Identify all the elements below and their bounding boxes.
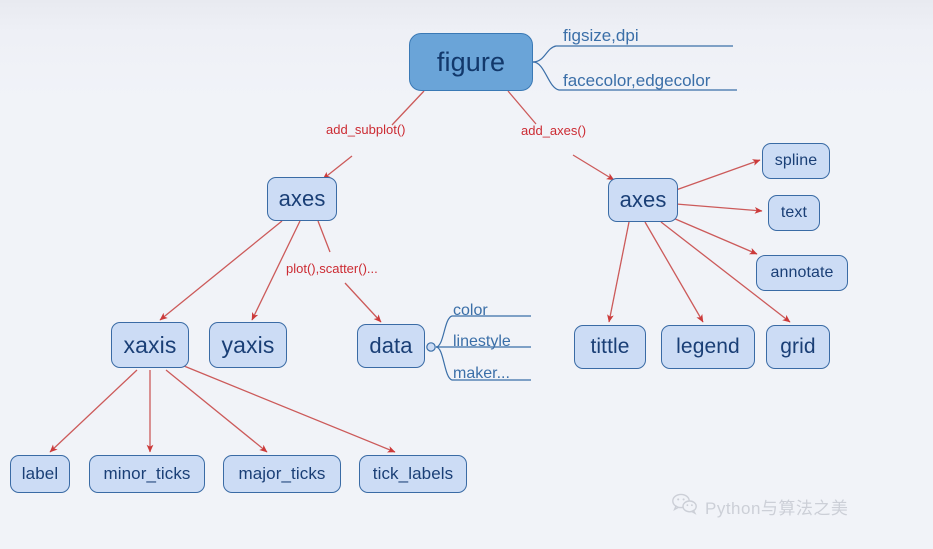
node-minor-ticks[interactable]: minor_ticks bbox=[89, 455, 205, 493]
node-legend-label: legend bbox=[676, 335, 740, 358]
node-tick-labels-label: tick_labels bbox=[372, 464, 454, 483]
edge-label-add-subplot-text: add_subplot() bbox=[326, 122, 406, 137]
node-text-label: text bbox=[780, 204, 808, 221]
node-text[interactable]: text bbox=[768, 195, 820, 231]
node-legend[interactable]: legend bbox=[661, 325, 755, 369]
node-minor-ticks-label: minor_ticks bbox=[103, 464, 191, 483]
node-label-text: label bbox=[21, 464, 59, 483]
branch-label-maker-text: maker... bbox=[453, 365, 510, 382]
node-figure-label: figure bbox=[436, 46, 506, 77]
branch-label-facecolor-edgecolor: facecolor,edgecolor bbox=[563, 71, 710, 91]
node-xaxis[interactable]: xaxis bbox=[111, 322, 189, 368]
edge-label-plot-scatter-text: plot(),scatter()... bbox=[286, 261, 378, 276]
node-label[interactable]: label bbox=[10, 455, 70, 493]
branch-label-figsize-dpi: figsize,dpi bbox=[563, 26, 639, 46]
edge-label-add-subplot: add_subplot() bbox=[326, 122, 406, 137]
branch-label-color: color bbox=[453, 302, 488, 320]
node-tittle-label: tittle bbox=[590, 335, 630, 358]
branch-label-facecolor-edgecolor-text: facecolor,edgecolor bbox=[563, 71, 711, 90]
diagram-canvas: figure axes axes xaxis yaxis data label … bbox=[0, 0, 933, 549]
node-annotate[interactable]: annotate bbox=[756, 255, 848, 291]
edge-label-plot-scatter: plot(),scatter()... bbox=[286, 261, 378, 276]
branch-label-maker: maker... bbox=[453, 365, 510, 383]
node-tittle[interactable]: tittle bbox=[574, 325, 646, 369]
node-major-ticks[interactable]: major_ticks bbox=[223, 455, 341, 493]
wechat-icon bbox=[672, 493, 698, 520]
node-grid-label: grid bbox=[780, 335, 816, 358]
node-data[interactable]: data bbox=[357, 324, 425, 368]
edge-label-add-axes: add_axes() bbox=[521, 123, 586, 138]
node-grid[interactable]: grid bbox=[766, 325, 830, 369]
node-spline[interactable]: spline bbox=[762, 143, 830, 179]
node-xaxis-label: xaxis bbox=[123, 331, 177, 358]
edge-label-add-axes-text: add_axes() bbox=[521, 123, 587, 138]
node-axes-left-label: axes bbox=[278, 186, 326, 211]
branch-label-figsize-dpi-text: figsize,dpi bbox=[563, 26, 639, 45]
node-axes-left[interactable]: axes bbox=[267, 177, 337, 221]
node-axes-right[interactable]: axes bbox=[608, 178, 678, 222]
node-major-ticks-label: major_ticks bbox=[238, 464, 326, 483]
watermark-text: Python与算法之美 bbox=[705, 499, 849, 518]
node-spline-label: spline bbox=[774, 152, 818, 169]
node-figure[interactable]: figure bbox=[409, 33, 533, 91]
node-yaxis[interactable]: yaxis bbox=[209, 322, 287, 368]
node-yaxis-label: yaxis bbox=[221, 331, 275, 358]
branch-label-linestyle-text: linestyle bbox=[453, 333, 511, 350]
branch-label-linestyle: linestyle bbox=[453, 333, 511, 351]
node-annotate-label: annotate bbox=[770, 264, 834, 281]
node-data-label: data bbox=[369, 333, 413, 358]
branch-label-color-text: color bbox=[453, 302, 488, 319]
watermark: Python与算法之美 bbox=[672, 493, 848, 520]
node-tick-labels[interactable]: tick_labels bbox=[359, 455, 467, 493]
node-axes-right-label: axes bbox=[619, 187, 667, 212]
